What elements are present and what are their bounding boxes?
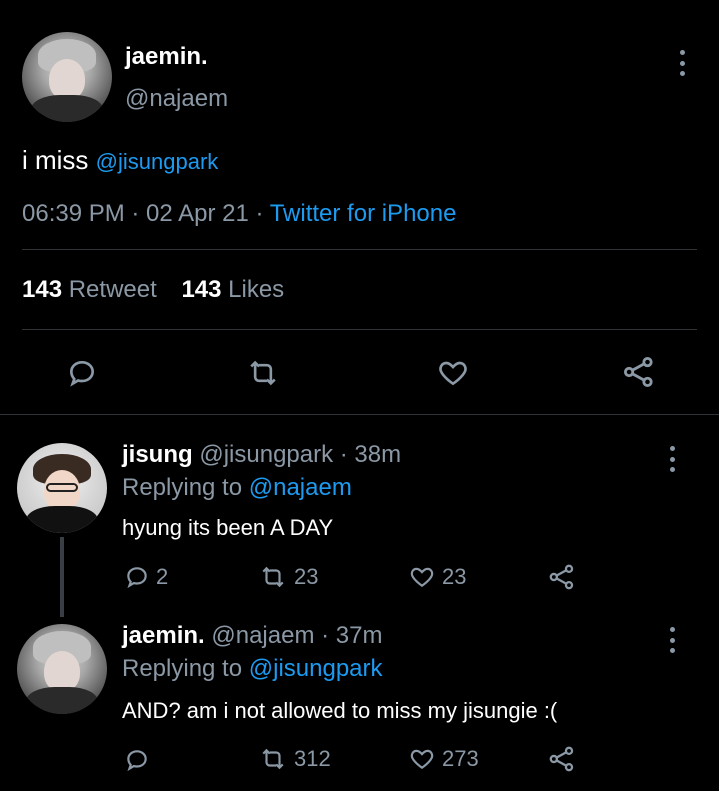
timestamp: 06:39 PM · 02 Apr 21 · xyxy=(22,200,264,227)
more-icon xyxy=(678,50,686,76)
reply-button[interactable]: 2 xyxy=(124,564,168,590)
handle[interactable]: @najaem xyxy=(125,85,228,113)
engagement-stats: 143 Retweet 143 Likes xyxy=(22,276,284,304)
retweet-count: 312 xyxy=(294,746,331,771)
display-name[interactable]: jisung xyxy=(122,441,193,468)
divider xyxy=(22,249,697,250)
more-icon xyxy=(668,446,676,472)
divider xyxy=(0,414,719,415)
tweet-meta: 06:39 PM · 02 Apr 21 · Twitter for iPhon… xyxy=(22,200,456,228)
more-button[interactable] xyxy=(668,627,676,653)
reply-icon xyxy=(69,360,95,387)
more-button[interactable] xyxy=(678,50,686,76)
retweet-button[interactable]: 312 xyxy=(258,746,331,772)
reply-count: 2 xyxy=(156,564,169,589)
display-name[interactable]: jaemin. xyxy=(125,43,208,71)
reply-text: hyung its been A DAY xyxy=(122,515,334,540)
retweet-icon xyxy=(262,748,284,770)
handle-time[interactable]: @jisungpark · 38m xyxy=(199,441,401,468)
replying-to-handle[interactable]: @jisungpark xyxy=(249,655,383,682)
replying-to: Replying to @najaem xyxy=(122,474,352,502)
like-button[interactable]: 273 xyxy=(408,746,479,772)
retweet-button[interactable]: 23 xyxy=(258,564,318,590)
share-icon xyxy=(549,564,574,590)
retweet-count: 23 xyxy=(294,564,319,589)
retweet-button[interactable] xyxy=(246,357,280,389)
retweets-count[interactable]: 143 xyxy=(22,276,62,303)
avatar[interactable] xyxy=(17,443,107,533)
more-button[interactable] xyxy=(668,446,676,472)
avatar[interactable] xyxy=(17,624,107,714)
more-icon xyxy=(668,627,676,653)
share-button[interactable] xyxy=(548,745,576,773)
handle-time[interactable]: @najaem · 37m xyxy=(211,622,382,649)
likes-label[interactable]: Likes xyxy=(228,276,284,303)
like-button[interactable] xyxy=(436,357,470,389)
share-button[interactable] xyxy=(622,355,656,389)
reply-button[interactable] xyxy=(66,357,98,389)
replying-to-label: Replying to xyxy=(122,474,243,501)
reply-icon xyxy=(127,750,147,772)
like-icon xyxy=(410,749,434,769)
tweet-text-prefix: i miss xyxy=(22,145,89,175)
like-icon xyxy=(410,567,434,587)
like-icon xyxy=(439,361,467,386)
reply-text: AND? am i not allowed to miss my jisungi… xyxy=(122,698,558,723)
retweet-icon xyxy=(250,360,276,386)
retweet-icon xyxy=(262,566,284,588)
replying-to: Replying to @jisungpark xyxy=(122,655,383,683)
tweet-text: i miss @jisungpark xyxy=(22,145,218,176)
source-link[interactable]: Twitter for iPhone xyxy=(270,200,457,227)
reply-icon xyxy=(127,567,147,589)
thread-line xyxy=(60,537,64,617)
replying-to-handle[interactable]: @najaem xyxy=(249,474,352,501)
mention-link[interactable]: @jisungpark xyxy=(96,149,219,174)
share-icon xyxy=(623,356,653,388)
like-count: 23 xyxy=(442,564,467,589)
like-count: 273 xyxy=(442,746,479,771)
display-name[interactable]: jaemin. xyxy=(122,622,205,649)
reply-header: jisung @jisungpark · 38m xyxy=(122,441,401,469)
share-button[interactable] xyxy=(548,563,576,591)
likes-count[interactable]: 143 xyxy=(181,276,221,303)
reply-header: jaemin. @najaem · 37m xyxy=(122,622,382,650)
divider xyxy=(22,329,697,330)
retweets-label[interactable]: Retweet xyxy=(69,276,157,303)
like-button[interactable]: 23 xyxy=(408,564,466,590)
replying-to-label: Replying to xyxy=(122,655,243,682)
share-icon xyxy=(549,746,574,772)
avatar[interactable] xyxy=(22,32,112,122)
reply-button[interactable] xyxy=(124,747,156,773)
